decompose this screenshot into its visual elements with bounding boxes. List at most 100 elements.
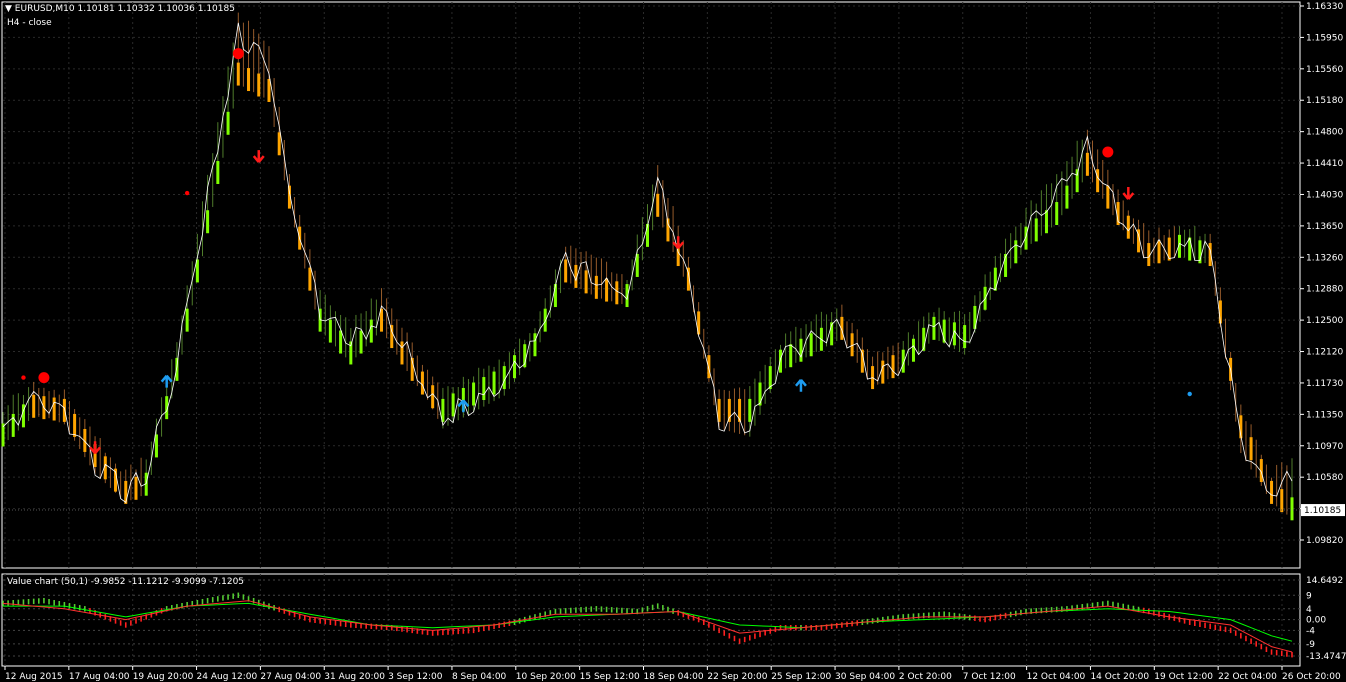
trend-bar <box>881 360 885 384</box>
trend-bar <box>1249 437 1253 461</box>
trend-bar <box>154 434 158 458</box>
trend-bar <box>594 275 598 299</box>
buy-arrow-icon[interactable] <box>160 374 173 388</box>
trend-bar <box>1270 480 1274 504</box>
trend-bar <box>247 68 251 92</box>
trend-bar <box>513 355 517 379</box>
chart-window[interactable]: 1.16330 1.15950 1.15560 1.15180 1.14800 1.144… <box>0 0 1346 682</box>
trend-bar <box>369 319 373 343</box>
trend-bar <box>380 308 384 332</box>
trend-bar <box>502 366 506 390</box>
time-label: 3 Sep 12:00 <box>388 672 443 682</box>
signal-dot-small <box>1187 391 1192 397</box>
time-label: 25 Sep 12:00 <box>771 672 831 682</box>
trend-bar <box>226 111 230 135</box>
price-label: 1.15950 <box>1306 33 1343 43</box>
current-price-label: 1.10185 <box>1304 506 1341 516</box>
trend-bar <box>277 132 281 156</box>
time-label: 7 Oct 12:00 <box>963 672 1016 682</box>
trend-bar <box>809 333 813 357</box>
sub-axis-label: 14.6492 <box>1306 576 1343 586</box>
signal-dot-large[interactable] <box>232 48 244 60</box>
time-label: 22 Sep 20:00 <box>707 672 767 682</box>
sub-axis-label: -9 <box>1306 640 1315 650</box>
trend-bar <box>236 62 240 86</box>
signal-dot-large[interactable] <box>38 372 50 384</box>
time-label: 30 Sep 04:00 <box>835 672 895 682</box>
trend-bar <box>73 413 77 437</box>
time-label: 24 Aug 12:00 <box>197 672 258 682</box>
sub-axis-label: -13.4747 <box>1306 652 1346 662</box>
trend-bar <box>543 308 547 332</box>
time-label: 19 Aug 20:00 <box>133 672 194 682</box>
price-label: 1.13650 <box>1306 222 1343 232</box>
price-label: 1.12120 <box>1306 348 1343 358</box>
time-label: 22 Oct 04:00 <box>1218 672 1277 682</box>
trend-bar <box>748 398 752 422</box>
trend-bar <box>605 278 609 302</box>
collapse-triangle-icon[interactable]: ▼ <box>5 4 12 14</box>
signal-dot-large[interactable] <box>1102 146 1114 158</box>
symbol-line: EURUSD,M10 1.10181 1.10332 1.10036 1.101… <box>14 4 235 14</box>
time-label: 17 Aug 04:00 <box>69 672 130 682</box>
sell-arrow-icon[interactable] <box>89 441 102 455</box>
close-line <box>2 22 1293 504</box>
trend-bar <box>778 349 782 373</box>
price-label: 1.12500 <box>1306 316 1343 326</box>
time-label: 26 Oct 20:00 <box>1282 672 1341 682</box>
trend-bar <box>1126 215 1130 239</box>
trend-bar <box>656 193 660 217</box>
trend-bar <box>472 382 476 406</box>
trend-bar <box>359 330 363 354</box>
sub-axis-label: 9 <box>1306 591 1312 601</box>
trend-bar <box>339 330 343 354</box>
price-label: 1.14030 <box>1306 190 1343 200</box>
sub-axis-label: 0.00 <box>1306 616 1326 626</box>
trend-bar <box>451 393 455 417</box>
trend-bar <box>206 210 210 234</box>
trend-bar <box>257 73 261 97</box>
trend-bar <box>308 267 312 291</box>
trend-bar <box>400 341 404 365</box>
sell-arrow-icon[interactable] <box>1122 187 1135 200</box>
time-label: 12 Aug 2015 <box>5 672 63 682</box>
trend-bar <box>431 385 435 409</box>
trend-bar <box>1280 489 1284 513</box>
trend-bar <box>1106 185 1110 209</box>
time-label: 18 Sep 04:00 <box>644 672 704 682</box>
time-label: 19 Oct 12:00 <box>1154 672 1213 682</box>
price-label: 1.13260 <box>1306 253 1343 263</box>
sub-axis-label: -4 <box>1306 626 1315 636</box>
trend-bar <box>911 338 915 362</box>
trend-bar <box>1 423 5 447</box>
price-label: 1.15560 <box>1306 65 1343 75</box>
buy-arrow-icon[interactable] <box>794 378 807 392</box>
time-label: 15 Sep 12:00 <box>580 672 640 682</box>
trend-bar <box>1085 152 1089 176</box>
trend-bar <box>963 325 967 349</box>
trend-bar <box>1034 218 1038 242</box>
signal-dot-small <box>21 375 26 380</box>
trend-bar <box>216 161 220 184</box>
subwindow-title: Value chart (50,1) -9.9852 -11.1212 -9.9… <box>7 577 245 587</box>
trend-bar <box>1044 210 1048 234</box>
trend-bar <box>1014 240 1018 264</box>
price-label: 1.11350 <box>1306 410 1343 420</box>
trend-bar <box>1147 243 1151 267</box>
price-label: 1.12880 <box>1306 285 1343 295</box>
trend-bar <box>533 333 537 357</box>
price-label: 1.10580 <box>1306 473 1343 483</box>
trend-bar <box>1075 169 1079 193</box>
trend-bar <box>1055 202 1059 226</box>
trend-bar <box>134 476 138 500</box>
trend-bar <box>482 377 486 401</box>
trend-bar <box>584 270 588 294</box>
sub-axis-label: 4 <box>1306 605 1312 615</box>
trend-bar <box>52 397 56 421</box>
time-label: 12 Oct 04:00 <box>1027 672 1086 682</box>
trend-bar <box>789 344 793 368</box>
indicator-label: H4 - close <box>7 18 52 28</box>
time-label: 14 Oct 20:00 <box>1090 672 1149 682</box>
time-label: 27 Aug 04:00 <box>260 672 321 682</box>
sell-arrow-icon[interactable] <box>252 150 265 163</box>
